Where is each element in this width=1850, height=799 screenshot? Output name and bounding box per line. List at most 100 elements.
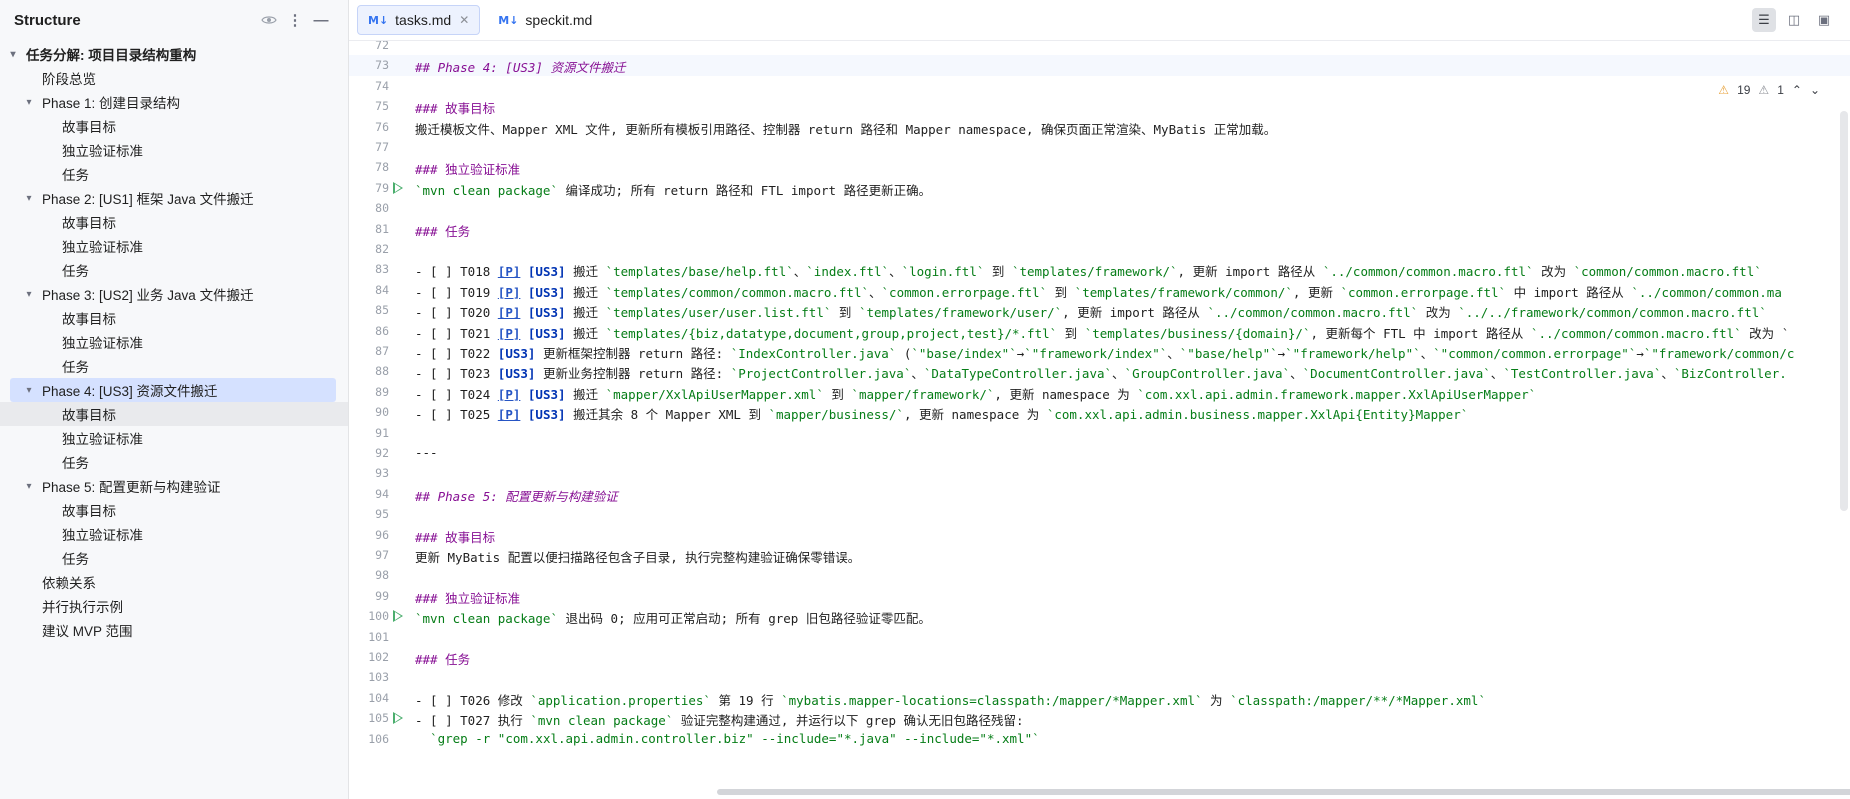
editor-line[interactable]: 76 搬迁模板文件、Mapper XML 文件, 更新所有模板引用路径、控制器 r… [349, 117, 1850, 137]
tree-item-label: Phase 1: 创建目录结构 [42, 96, 181, 111]
editor-line[interactable]: 101 [349, 627, 1850, 647]
tree-subsection[interactable]: 故事目标 [0, 402, 348, 426]
chevron-down-icon[interactable]: ▾ [22, 385, 36, 396]
line-number: 100 [368, 609, 389, 624]
tree-item-label: 故事目标 [62, 216, 116, 231]
tree-section[interactable]: ▾ Phase 4: [US3] 资源文件搬迁 [10, 378, 336, 402]
tree-root[interactable]: ▾ 任务分解: 项目目录结构重构 [0, 42, 348, 66]
preview-only-icon[interactable]: ▣ [1812, 8, 1836, 32]
editor-line[interactable]: 86 - [ ] T021 [P] [US3] 搬迁 `templates/{bi… [349, 321, 1850, 341]
editor-line[interactable]: 98 [349, 565, 1850, 585]
tab-label: speckit.md [525, 12, 593, 28]
editor-line[interactable]: 97 更新 MyBatis 配置以便扫描路径包含子目录, 执行完整构建验证确保零错… [349, 545, 1850, 565]
chevron-down-icon[interactable]: ▾ [22, 289, 36, 300]
minimize-icon[interactable]: — [308, 7, 334, 33]
editor-line[interactable]: 104 - [ ] T026 修改 `application.properties… [349, 688, 1850, 708]
tree-item-label: 独立验证标准 [62, 240, 143, 255]
editor-line[interactable]: 89 - [ ] T024 [P] [US3] 搬迁 `mapper/XxlApi… [349, 382, 1850, 402]
tree-subsection[interactable]: 独立验证标准 [0, 426, 348, 450]
editor-line[interactable]: 72 [349, 41, 1850, 55]
tree-section[interactable]: 依赖关系 [0, 570, 348, 594]
editor-line[interactable]: 92 --- [349, 443, 1850, 463]
tree-subsection[interactable]: 独立验证标准 [0, 522, 348, 546]
chevron-down-icon[interactable]: ▾ [22, 481, 36, 492]
tree-subsection[interactable]: 故事目标 [0, 210, 348, 234]
editor-only-icon[interactable]: ☰ [1752, 8, 1776, 32]
editor-line[interactable]: 88 - [ ] T023 [US3] 更新业务控制器 return 路径: `P… [349, 361, 1850, 381]
editor-line[interactable]: 82 [349, 239, 1850, 259]
editor-line[interactable]: 102 ### 任务 [349, 647, 1850, 667]
tree-subsection[interactable]: 独立验证标准 [0, 138, 348, 162]
tree-subsection[interactable]: 任务 [0, 258, 348, 282]
tree-subsection[interactable]: 独立验证标准 [0, 330, 348, 354]
editor-line[interactable]: 74 [349, 76, 1850, 96]
vertical-scrollbar[interactable] [1840, 111, 1848, 511]
markdown-editor[interactable]: 72 73 ## Phase 4: [US3] 资源文件搬迁 74 75 ### 故事目标… [349, 41, 1850, 799]
tree-section[interactable]: ▾ Phase 3: [US2] 业务 Java 文件搬迁 [0, 282, 348, 306]
line-number: 92 [375, 446, 389, 460]
chevron-down-icon[interactable]: ▾ [22, 97, 36, 108]
line-number: 86 [375, 323, 389, 338]
editor-line[interactable]: 83 - [ ] T018 [P] [US3] 搬迁 `templates/bas… [349, 259, 1850, 279]
chevron-down-icon[interactable]: ⌄ [1810, 83, 1820, 97]
editor-line[interactable]: 90 - [ ] T025 [P] [US3] 搬迁其余 8 个 Mapper X… [349, 402, 1850, 422]
editor-line[interactable]: 103 [349, 667, 1850, 687]
editor-line[interactable]: 91 [349, 423, 1850, 443]
line-code: - [ ] T023 [US3] 更新业务控制器 return 路径: `Pro… [415, 366, 1787, 382]
tree-subsection[interactable]: 故事目标 [0, 306, 348, 330]
run-icon[interactable] [393, 712, 403, 725]
horizontal-scrollbar[interactable] [717, 789, 1850, 795]
tree-item-label: 故事目标 [62, 120, 116, 135]
tree-item-label: 独立验证标准 [62, 336, 143, 351]
tree-subsection[interactable]: 独立验证标准 [0, 234, 348, 258]
tree-section[interactable]: 建议 MVP 范围 [0, 618, 348, 642]
editor-line[interactable]: 84 - [ ] T019 [P] [US3] 搬迁 `templates/com… [349, 280, 1850, 300]
editor-line[interactable]: 100 `mvn clean package` 退出码 0; 应用可正常启动; 所… [349, 606, 1850, 626]
tab-tasks-md[interactable]: M↓ tasks.md ✕ [357, 5, 481, 35]
run-icon[interactable] [393, 181, 403, 194]
editor-line[interactable]: 95 [349, 504, 1850, 524]
line-number: 99 [375, 588, 389, 603]
tree-subsection[interactable]: 任务 [0, 546, 348, 570]
split-view-icon[interactable]: ◫ [1782, 8, 1806, 32]
tree-subsection[interactable]: 任务 [0, 354, 348, 378]
more-vertical-icon[interactable]: ⋮ [282, 7, 308, 33]
editor-line[interactable]: 79 `mvn clean package` 编译成功; 所有 return 路径… [349, 178, 1850, 198]
editor-line[interactable]: 105 - [ ] T027 执行 `mvn clean package` 验证完… [349, 708, 1850, 728]
tree-section[interactable]: 阶段总览 [0, 66, 348, 90]
inspection-widget[interactable]: ⚠ 19 ⚠ 1 ⌃ ⌄ [1718, 83, 1820, 97]
tree-subsection[interactable]: 任务 [0, 450, 348, 474]
eye-icon[interactable] [256, 7, 282, 33]
editor-line[interactable]: 94 ## Phase 5: 配置更新与构建验证 [349, 484, 1850, 504]
tree-subsection[interactable]: 故事目标 [0, 498, 348, 522]
line-number: 104 [368, 690, 389, 705]
editor-line[interactable]: 80 [349, 198, 1850, 218]
tree-section[interactable]: ▾ Phase 2: [US1] 框架 Java 文件搬迁 [0, 186, 348, 210]
editor-line[interactable]: 81 ### 任务 [349, 219, 1850, 239]
editor-line[interactable]: 93 [349, 463, 1850, 483]
chevron-down-icon[interactable]: ▾ [22, 193, 36, 204]
editor-line[interactable]: 99 ### 独立验证标准 [349, 586, 1850, 606]
close-icon[interactable]: ✕ [459, 13, 469, 27]
editor-line[interactable]: 87 - [ ] T022 [US3] 更新框架控制器 return 路径: `I… [349, 341, 1850, 361]
tree-section[interactable]: ▾ Phase 5: 配置更新与构建验证 [0, 474, 348, 498]
line-code: ### 故事目标 [415, 101, 496, 117]
editor-line[interactable]: 73 ## Phase 4: [US3] 资源文件搬迁 [349, 55, 1850, 76]
editor-line[interactable]: 96 ### 故事目标 [349, 525, 1850, 545]
tree-item-label: 故事目标 [62, 408, 116, 423]
tree-subsection[interactable]: 任务 [0, 162, 348, 186]
line-number: 82 [375, 242, 389, 256]
editor-line[interactable]: 78 ### 独立验证标准 [349, 157, 1850, 177]
editor-line[interactable]: 75 ### 故事目标 [349, 96, 1850, 116]
tree-section[interactable]: ▾ Phase 1: 创建目录结构 [0, 90, 348, 114]
tree-section[interactable]: 并行执行示例 [0, 594, 348, 618]
editor-line[interactable]: 106 `grep -r "com.xxl.api.admin.controll… [349, 729, 1850, 749]
tab-speckit-md[interactable]: M↓ speckit.md [488, 6, 602, 34]
chevron-up-icon[interactable]: ⌃ [1792, 83, 1802, 97]
tree-subsection[interactable]: 故事目标 [0, 114, 348, 138]
line-code: ### 独立验证标准 [415, 162, 521, 178]
editor-line[interactable]: 85 - [ ] T020 [P] [US3] 搬迁 `templates/use… [349, 300, 1850, 320]
chevron-down-icon[interactable]: ▾ [6, 49, 20, 60]
editor-line[interactable]: 77 [349, 137, 1850, 157]
run-icon[interactable] [393, 610, 403, 623]
